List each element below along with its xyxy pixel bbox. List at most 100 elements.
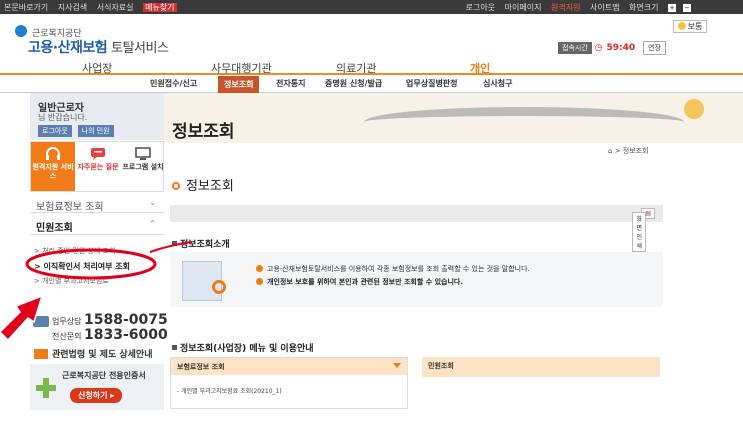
logo-icon (15, 25, 27, 37)
chevron-down-icon: ⌄ (149, 198, 156, 207)
it-support-label: 전산문의 (52, 332, 82, 341)
law-guide-link[interactable]: 관련법령 및 제도 상세안내 (30, 347, 164, 362)
premium-info-table: 보험료정보 조회 - 개인별 부과고지보험료 조회(20210_1) (170, 357, 408, 409)
remote-support-quicklink[interactable]: 원격지원 서비스 (31, 142, 75, 191)
gnav-medical[interactable]: 의료기관 (336, 60, 376, 76)
print-button[interactable]: 화면인쇄 ▤ (632, 208, 655, 252)
table-header-label: 보험료정보 조회 (177, 363, 225, 371)
gnav-personal[interactable]: 개인 (470, 60, 490, 76)
chevron-up-icon: ⌃ (149, 219, 156, 228)
print-bar: 화면인쇄 ▤ (170, 205, 663, 252)
headset-icon (46, 147, 60, 160)
square-bullet-icon (172, 345, 177, 350)
phone-icon (33, 316, 49, 327)
side-submenu-individual-premium[interactable]: > 개인별 부과고지보험료 (34, 276, 109, 286)
intro-line-text: 개인정보 보호를 위하여 본인과 관련된 정보만 조회할 수 있습니다. (267, 278, 464, 286)
sun-illustration (684, 99, 704, 119)
intro-heading: 정보조회소개 (172, 237, 230, 250)
user-panel: 일반근로자 님 반갑습니다. 로그아웃 나의 민원 (30, 93, 164, 140)
menu-guide-heading-text: 정보조회(사업장) 메뉴 및 이용안내 (180, 344, 314, 354)
apply-label: 신청하기 (78, 391, 108, 400)
print-label: 화면인쇄 (632, 212, 646, 252)
sub-nav: 민원접수/신고 정보조회 전자통지 증명원 신청/발급 업무상질병판정 심사청구 (0, 75, 743, 93)
session-label: 접속시간 (558, 42, 592, 54)
remote-support-link[interactable]: 원격지원 (551, 3, 580, 12)
submenu-label: 처리 중인 민원 상세 조회 (42, 247, 116, 255)
snav-disease-judgment[interactable]: 업무상질병판정 (406, 78, 458, 89)
side-submenu-complaint-detail[interactable]: > 처리 중인 민원 상세 조회 (34, 246, 115, 256)
page-title: 정보조회 (172, 122, 235, 142)
clock-icon: ◷ (594, 43, 603, 53)
snav-application[interactable]: 민원접수/신고 (150, 78, 197, 89)
consult-label: 업무상담 (52, 317, 82, 326)
square-bullet-icon (172, 241, 177, 246)
road-illustration (364, 107, 684, 137)
global-nav: 사업장 사무대행기관 의료기관 개인 (0, 57, 743, 75)
font-size-label: 화면크기 (629, 3, 659, 12)
gnav-business[interactable]: 사업장 (82, 60, 112, 76)
faq-quicklink[interactable]: 자주묻는 질문 (76, 142, 120, 191)
sitemap-link[interactable]: 사이트맵 (590, 3, 619, 12)
quicklink-label: 원격지원 서비스 (32, 163, 74, 180)
page-header-banner (164, 93, 743, 143)
side-menu-premium-info[interactable]: 보험료정보 조회 ⌄ (30, 193, 164, 213)
program-install-quicklink[interactable]: 프로그램 설치 (121, 142, 165, 191)
side-submenu-separation-check[interactable]: > 이직확인서 처리여부 조회 (34, 261, 130, 272)
logout-link[interactable]: 로그아웃 (466, 3, 495, 12)
snav-e-notice[interactable]: 전자통지 (276, 78, 305, 89)
breadcrumb-current: > 정보조회 (614, 147, 649, 155)
menu-search-link[interactable]: 메뉴찾기 (143, 3, 177, 12)
contact-info: 업무상담 1588-0075 전산문의 1833-6000 (30, 310, 168, 346)
mypage-link[interactable]: 마이페이지 (505, 3, 542, 12)
skip-to-content-link[interactable]: 본문바로가기 (4, 3, 48, 12)
panel-logout-button[interactable]: 로그아웃 (38, 125, 72, 137)
snav-certificate[interactable]: 증명원 신청/발급 (325, 78, 382, 89)
vision-mode-label: 보통 (687, 22, 703, 31)
apply-certificate-button[interactable]: 신청하기 ▸ (70, 388, 123, 403)
breadcrumb: ⌂ > 정보조회 (608, 146, 649, 156)
check-icon (256, 265, 263, 272)
consult-number: 1588-0075 (84, 312, 168, 328)
premium-info-header[interactable]: 보험료정보 조회 (171, 358, 407, 375)
zoom-out-icon[interactable]: − (683, 3, 691, 12)
session-timer: 접속시간 ◷ 59:40 연장 (558, 41, 666, 55)
quick-links: 원격지원 서비스 자주묻는 질문 프로그램 설치 (30, 141, 164, 192)
premium-info-item[interactable]: - 개인별 부과고지보험료 조회(20210_1) (171, 375, 407, 406)
certificate-title: 근로복지공단 전용인증서 (62, 371, 146, 380)
complaint-inquiry-header[interactable]: 민원조회 (422, 357, 660, 377)
section-title-text: 정보조회 (186, 179, 234, 194)
site-logo[interactable]: 고용·산재보험 토탈서비스 (28, 37, 169, 57)
table-header-label: 민원조회 (428, 362, 454, 370)
section-title: 정보조회 (172, 175, 234, 194)
home-icon[interactable]: ⌂ (608, 147, 612, 155)
site-name: 고용·산재보험 (28, 40, 108, 56)
certificate-banner: 근로복지공단 전용인증서 신청하기 ▸ (30, 364, 164, 410)
zoom-in-icon[interactable]: + (668, 3, 676, 12)
intro-line-2: 개인정보 보호를 위하여 본인과 관련된 정보만 조회할 수 있습니다. (256, 277, 463, 287)
submenu-label: 이직확인서 처리여부 조회 (43, 262, 131, 271)
submenu-label: 개인별 부과고지보험료 (42, 277, 109, 285)
utility-bar: 본문바로가기 지사검색 서식자료실 메뉴찾기 로그아웃 마이페이지 원격지원 사… (0, 0, 743, 14)
side-menu-label: 민원조회 (36, 223, 73, 234)
side-menu-label: 보험료정보 조회 (36, 202, 104, 213)
circle-bullet-icon (172, 182, 180, 190)
plus-cross-icon (36, 378, 56, 398)
caret-down-icon (393, 363, 401, 368)
branch-search-link[interactable]: 지사검색 (58, 3, 87, 12)
extend-session-button[interactable]: 연장 (643, 41, 666, 55)
snav-appeal[interactable]: 심사청구 (483, 78, 512, 89)
side-menu-complaint-inquiry[interactable]: 민원조회 ⌃ (30, 214, 164, 235)
print-icon: ▤ (645, 210, 651, 217)
user-greeting: 님 반갑습니다. (38, 113, 88, 122)
my-complaints-button[interactable]: 나의 민원 (77, 125, 114, 137)
vision-mode-button[interactable]: 보통 (673, 20, 707, 33)
chat-bubble-icon (91, 148, 105, 160)
magnifier-icon (212, 280, 226, 294)
snav-info-inquiry[interactable]: 정보조회 (218, 76, 260, 93)
quicklink-label: 프로그램 설치 (122, 163, 164, 171)
gnav-agency[interactable]: 사무대행기관 (211, 60, 272, 76)
site-name-tail: 토탈서비스 (111, 41, 169, 56)
intro-line-text: 고용·산재보험토탈서비스를 이용하여 각종 보험정보를 조회 출력할 수 있는 … (267, 265, 530, 273)
it-support-number: 1833-6000 (84, 327, 168, 343)
forms-library-link[interactable]: 서식자료실 (97, 3, 134, 12)
